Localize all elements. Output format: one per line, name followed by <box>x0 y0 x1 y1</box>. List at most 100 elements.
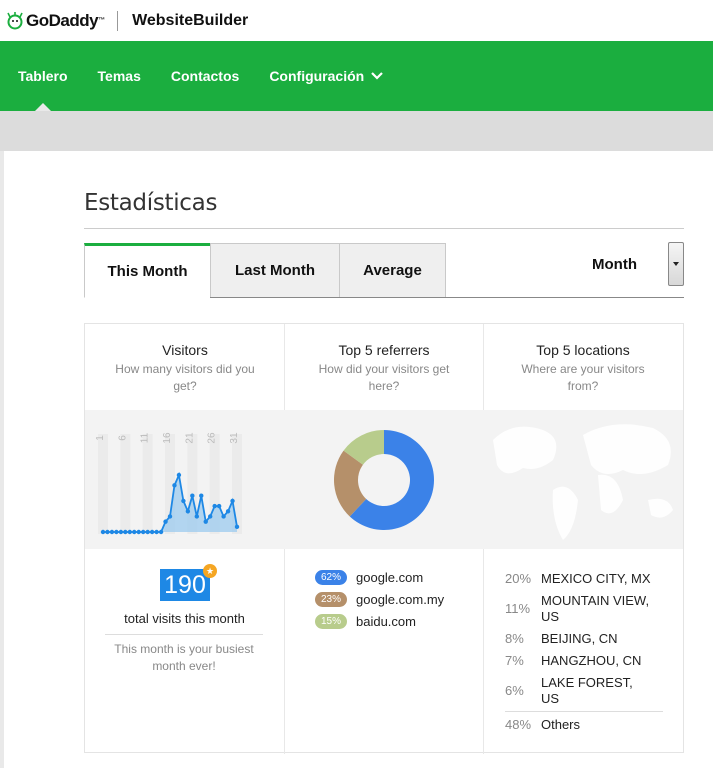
visitors-point[interactable] <box>100 529 106 535</box>
period-select-value: Month <box>592 255 637 273</box>
logo-text: GoDaddy <box>26 10 99 30</box>
chart-tick-label: 11 <box>140 432 151 443</box>
chart-tick-label: 16 <box>162 432 173 444</box>
referrer-item: 62% google.com <box>315 570 423 585</box>
location-pct: 48% <box>505 717 532 732</box>
chevron-down-icon <box>371 72 383 80</box>
column-title: Top 5 locations <box>536 342 630 358</box>
godaddy-logo[interactable]: GoDaddy ™ <box>6 11 105 31</box>
location-item: 8% BEIJING, CN <box>505 631 665 647</box>
visitors-point[interactable] <box>230 498 235 504</box>
column-divider <box>483 549 484 754</box>
visitors-point[interactable] <box>176 472 182 478</box>
title-divider <box>84 228 684 229</box>
visitors-point[interactable] <box>190 493 195 498</box>
visitors-point[interactable] <box>185 509 191 514</box>
visitors-point[interactable] <box>145 529 150 535</box>
visitors-point[interactable] <box>203 519 208 524</box>
referrer-name: baidu.com <box>356 614 416 629</box>
nav-item-label: Contactos <box>170 68 240 84</box>
location-name: MEXICO CITY, MX <box>541 571 651 586</box>
column-divider <box>284 324 285 410</box>
world-map-background <box>493 424 673 540</box>
nav-item-temas[interactable]: Temas <box>98 68 141 84</box>
chart-tick-label: 21 <box>184 432 195 444</box>
visitors-point[interactable] <box>212 503 217 509</box>
visitors-point[interactable] <box>127 529 132 535</box>
column-title: Top 5 referrers <box>338 342 430 358</box>
visitors-point[interactable] <box>118 529 124 535</box>
visitors-point[interactable] <box>105 529 110 535</box>
referrer-pct: 23% <box>315 592 347 607</box>
visitors-point[interactable] <box>208 514 213 519</box>
busiest-month-note: This month is your busiest month ever! <box>114 642 254 673</box>
divider <box>505 711 663 712</box>
tab-this-month[interactable]: This Month <box>84 243 211 298</box>
column-subtitle: Where are your visitors from? <box>521 362 645 393</box>
godaddy-guy-icon <box>7 11 23 29</box>
location-item: 20% MEXICO CITY, MX <box>505 571 665 587</box>
tab-label: Average <box>363 262 422 279</box>
column-subtitle: How did your visitors get here? <box>318 362 450 393</box>
visitors-point[interactable] <box>109 529 115 535</box>
column-divider <box>284 549 285 754</box>
visitors-point[interactable] <box>158 529 164 535</box>
visitors-point[interactable] <box>172 483 177 488</box>
location-pct: 8% <box>505 631 524 646</box>
tab-average[interactable]: Average <box>339 243 446 298</box>
nav-item-tablero[interactable]: Tablero <box>18 68 68 84</box>
referrers-donut-chart <box>334 430 434 530</box>
nav-item-label: Configuración <box>269 68 365 84</box>
visitors-point[interactable] <box>234 524 240 530</box>
total-visits-count: 190 <box>160 569 210 601</box>
location-pct: 6% <box>505 683 524 698</box>
column-title: Visitors <box>162 342 208 358</box>
visitors-point[interactable] <box>141 529 146 535</box>
nav-item-contactos[interactable]: Contactos <box>171 68 239 84</box>
location-item: 11% MOUNTAIN VIEW, US <box>505 593 665 625</box>
main-nav: Tablero Temas Contactos Configuración <box>0 41 713 111</box>
column-divider <box>483 324 484 410</box>
product-name: WebsiteBuilder <box>132 11 249 29</box>
visitors-header: Visitors How many visitors did you get? <box>85 324 285 410</box>
referrer-name: google.com <box>356 570 424 585</box>
visitors-point[interactable] <box>199 493 204 498</box>
location-name: HANGZHOU, CN <box>541 653 642 668</box>
visitors-point[interactable] <box>181 498 186 504</box>
visitors-line-chart: 1 6 11 16 21 26 31 <box>95 432 242 535</box>
location-pct: 11% <box>505 601 531 616</box>
visitors-point[interactable] <box>216 503 222 509</box>
visitors-point[interactable] <box>149 529 155 535</box>
chart-tick-label: 31 <box>229 432 240 444</box>
period-select[interactable]: Month <box>570 241 684 287</box>
location-pct: 7% <box>505 653 524 668</box>
chart-grid-band <box>142 434 153 534</box>
divider <box>105 634 263 635</box>
tab-last-month[interactable]: Last Month <box>210 243 340 298</box>
visitors-point[interactable] <box>154 529 159 535</box>
brand-bar: GoDaddy ™ WebsiteBuilder <box>0 0 713 41</box>
nav-item-configuracion[interactable]: Configuración <box>269 68 384 84</box>
location-pct: 20% <box>505 571 532 586</box>
visitors-point[interactable] <box>194 514 199 519</box>
dropdown-arrow-icon[interactable] <box>668 242 684 286</box>
visitors-point[interactable] <box>221 514 226 519</box>
visitors-point[interactable] <box>136 529 141 535</box>
referrer-name: google.com.my <box>356 592 445 607</box>
location-item: 7% HANGZHOU, CN <box>505 653 665 669</box>
tab-label: Last Month <box>235 262 315 279</box>
chart-grid-band <box>98 434 108 534</box>
page-title: Estadísticas <box>84 190 218 216</box>
visitors-point[interactable] <box>132 529 137 535</box>
visitors-point[interactable] <box>225 509 231 514</box>
referrer-pct: 62% <box>315 570 347 585</box>
visitors-point[interactable] <box>123 529 128 535</box>
visitors-point[interactable] <box>114 529 119 535</box>
nav-item-label: Temas <box>97 68 141 84</box>
visitors-point[interactable] <box>163 519 168 524</box>
location-name: LAKE FOREST, US <box>541 675 633 706</box>
location-name: MOUNTAIN VIEW, US <box>541 593 650 624</box>
referrer-pct: 15% <box>315 614 347 629</box>
tabs-baseline <box>210 297 684 298</box>
visitors-point[interactable] <box>167 514 173 519</box>
